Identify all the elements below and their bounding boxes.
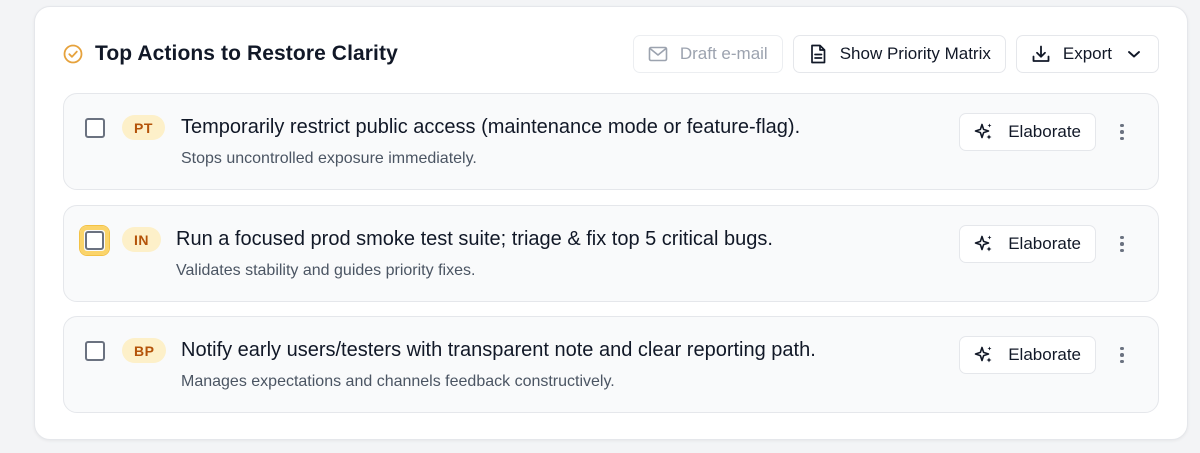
item-title: Notify early users/testers with transpar… — [181, 339, 816, 361]
elaborate-label: Elaborate — [1008, 122, 1081, 141]
chevron-down-icon — [1124, 44, 1144, 64]
action-item: PT Temporarily restrict public access (m… — [63, 93, 1159, 190]
action-item: IN Run a focused prod smoke test suite; … — [63, 205, 1159, 302]
card-title: Top Actions to Restore Clarity — [95, 42, 398, 65]
actions-card: Top Actions to Restore Clarity Draft e-m… — [34, 6, 1188, 440]
item-badge: BP — [122, 338, 167, 363]
item-badge: IN — [122, 227, 161, 252]
document-icon — [808, 44, 828, 64]
sparkles-icon — [974, 234, 994, 254]
elaborate-button[interactable]: Elaborate — [959, 336, 1096, 374]
elaborate-button[interactable]: Elaborate — [959, 225, 1096, 263]
item-badge: PT — [122, 115, 165, 140]
toolbar: Draft e-mail Show Priority Matrix Export — [632, 35, 1159, 73]
show-priority-matrix-button[interactable]: Show Priority Matrix — [792, 35, 1006, 73]
item-checkbox[interactable] — [85, 118, 105, 138]
item-checkbox[interactable] — [85, 341, 105, 361]
item-title: Temporarily restrict public access (main… — [181, 116, 801, 138]
draft-email-button[interactable]: Draft e-mail — [632, 35, 783, 73]
more-options-icon[interactable] — [1112, 233, 1132, 255]
mail-icon — [648, 44, 668, 64]
elaborate-button[interactable]: Elaborate — [959, 113, 1096, 151]
more-options-icon[interactable] — [1112, 121, 1132, 143]
card-header: Top Actions to Restore Clarity Draft e-m… — [63, 35, 1159, 73]
item-subtitle: Manages expectations and channels feedba… — [181, 373, 615, 390]
item-checkbox[interactable] — [80, 226, 109, 255]
export-button[interactable]: Export — [1015, 35, 1159, 73]
check-circle-icon — [63, 44, 83, 64]
sparkles-icon — [974, 122, 994, 142]
download-icon — [1031, 44, 1051, 64]
draft-email-label: Draft e-mail — [679, 44, 768, 63]
item-subtitle: Validates stability and guides priority … — [176, 262, 476, 279]
item-title: Run a focused prod smoke test suite; tri… — [176, 228, 773, 250]
elaborate-label: Elaborate — [1008, 345, 1081, 364]
sparkles-icon — [974, 345, 994, 365]
export-label: Export — [1062, 44, 1112, 63]
action-item: BP Notify early users/testers with trans… — [63, 316, 1159, 413]
item-subtitle: Stops uncontrolled exposure immediately. — [181, 150, 477, 167]
elaborate-label: Elaborate — [1008, 234, 1081, 253]
more-options-icon[interactable] — [1112, 344, 1132, 366]
show-priority-matrix-label: Show Priority Matrix — [839, 44, 991, 63]
